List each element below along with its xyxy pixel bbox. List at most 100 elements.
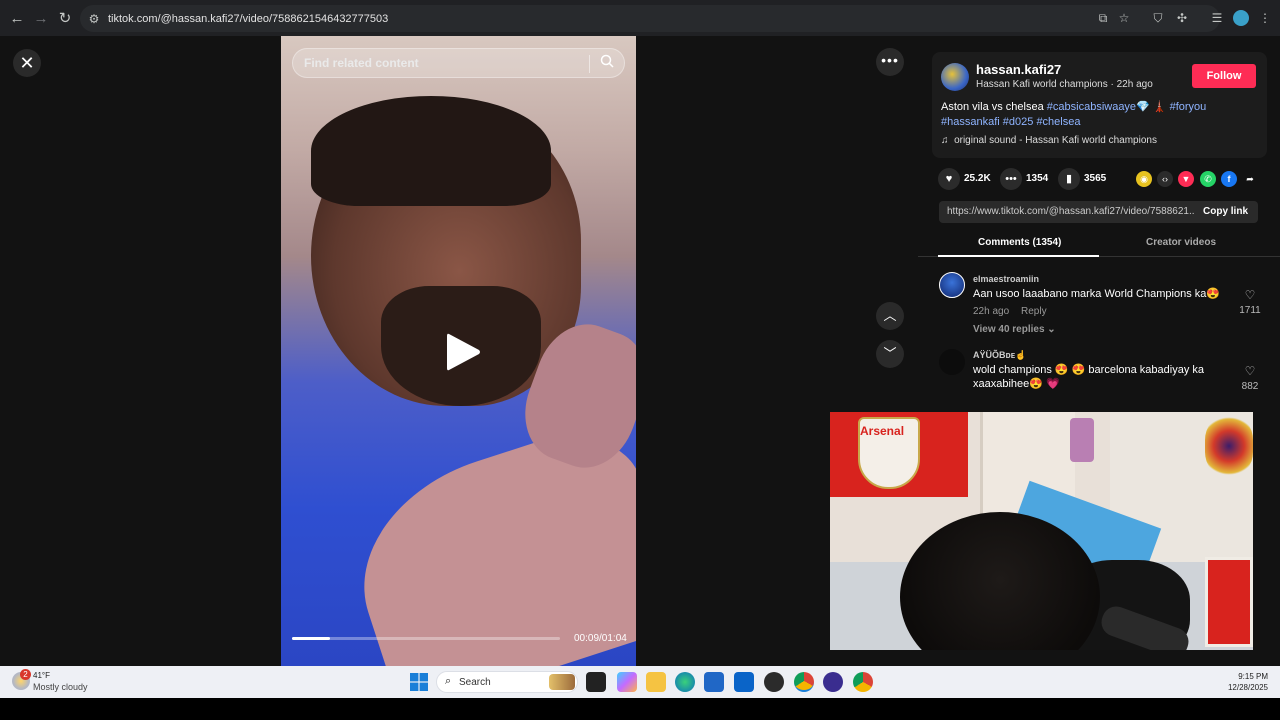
comment-text: wold champions 😍 😍 barcelona kabadiyay k… (973, 364, 1205, 376)
reload-icon[interactable]: ↻ (53, 6, 77, 30)
video-frame-hair (311, 96, 551, 206)
system-clock[interactable]: 9:15 PM 12/28/2025 (1224, 671, 1268, 693)
overlay-poster (1070, 418, 1094, 462)
weather-badge: 2 (20, 669, 31, 680)
share-arrow-icon[interactable]: ➦ (1242, 171, 1258, 187)
creator-avatar[interactable] (941, 63, 969, 91)
url-text[interactable]: tiktok.com/@hassan.kafi27/video/75886215… (108, 13, 388, 25)
purple-app-icon[interactable] (823, 672, 843, 692)
comment-like-count: 1711 (1239, 305, 1261, 316)
hashtag-emoji: 💎 🗼 (1136, 101, 1167, 113)
outlook-icon[interactable] (734, 672, 754, 692)
comment-username[interactable]: AŸÜÕBᴅᴇ☝ (973, 350, 1026, 361)
weather-temp[interactable]: 41°F (33, 671, 50, 680)
follow-button[interactable]: Follow (1192, 64, 1256, 88)
reply-button[interactable]: Reply (1021, 306, 1047, 317)
embed-code-icon[interactable]: ‹› (1157, 171, 1173, 187)
folder-icon[interactable] (646, 672, 666, 692)
commenter-avatar[interactable] (939, 349, 965, 375)
caption-text: Aston vila vs chelsea (941, 101, 1047, 113)
comment-text: xaaxabihee😍 💗 (973, 378, 1060, 390)
webcam-overlay: Arsenal (830, 412, 1253, 650)
comment-username[interactable]: elmaestroamiin (973, 274, 1039, 284)
browser-toolbar: ← → ↻ ⚙ tiktok.com/@hassan.kafi27/video/… (0, 0, 1280, 36)
search-icon: ⌕ (445, 675, 452, 687)
hashtag-link[interactable]: #foryou (1170, 101, 1207, 113)
next-video-icon[interactable]: ﹀ (876, 340, 904, 368)
sound-link[interactable]: ♫ original sound - Hassan Kafi world cha… (941, 135, 1157, 146)
comment-count: 1354 (1026, 173, 1049, 184)
music-note-icon: ♫ (941, 135, 949, 146)
bookmark-star-icon[interactable]: ☆ (1116, 10, 1132, 26)
address-bar[interactable]: ⚙ tiktok.com/@hassan.kafi27/video/758862… (80, 5, 1220, 32)
screen-bottom-edge (0, 698, 1280, 720)
hashtag-link[interactable]: #d025 (1003, 116, 1034, 128)
arsenal-crest-text: Arsenal (860, 424, 905, 438)
edge-icon[interactable] (675, 672, 695, 692)
bookmark-icon[interactable]: ▮ (1058, 168, 1080, 190)
copy-link-button[interactable]: Copy link (1203, 206, 1248, 217)
more-options-icon[interactable]: ••• (876, 48, 904, 76)
overlay-arsenal-flag: Arsenal (830, 412, 968, 497)
overlay-wall-art (1205, 416, 1253, 476)
play-icon[interactable] (443, 330, 483, 374)
panel-tabs: Comments (1354) Creator videos (918, 232, 1280, 257)
coin-icon[interactable]: ◉ (1136, 171, 1152, 187)
install-app-icon[interactable]: ⧉ (1095, 10, 1111, 26)
hashtag-link[interactable]: #chelsea (1036, 116, 1080, 128)
store-icon[interactable] (704, 672, 724, 692)
hashtag-link[interactable]: #cabsicabsiwaaye (1047, 101, 1136, 113)
chrome-icon[interactable] (794, 672, 814, 692)
tab-search-icon[interactable]: ☰ (1209, 10, 1225, 26)
close-icon[interactable]: ✕ (13, 49, 41, 77)
site-settings-icon[interactable]: ⚙ (85, 12, 103, 26)
creator-subline: Hassan Kafi world champions · 22h ago (976, 79, 1153, 90)
like-count: 25.2K (964, 173, 991, 184)
post-caption: Aston vila vs chelsea #cabsicabsiwaaye💎 … (941, 100, 1241, 130)
search-icon[interactable] (597, 54, 617, 74)
commenter-avatar[interactable] (939, 272, 965, 298)
taskbar-search-input[interactable]: ⌕ Search (436, 671, 578, 693)
heart-icon[interactable]: ♥ (938, 168, 960, 190)
comment-icon[interactable]: ••• (1000, 168, 1022, 190)
weather-condition[interactable]: Mostly cloudy (33, 682, 88, 692)
shield-extension-icon[interactable]: ⛉ (1150, 10, 1166, 26)
media-app-icon[interactable] (764, 672, 784, 692)
clock-time: 9:15 PM (1238, 672, 1268, 681)
browser-menu-icon[interactable]: ⋮ (1257, 10, 1273, 26)
comment-time: 22h ago (973, 306, 1010, 317)
comment-heart-icon[interactable]: ♡ (1238, 364, 1262, 378)
video-progress-bar[interactable] (292, 637, 560, 640)
overlay-arsenal-pillow (1205, 557, 1253, 647)
video-time: 00:09/01:04 (574, 633, 627, 644)
forward-arrow-icon[interactable]: → (29, 6, 53, 30)
windows-start-icon[interactable] (410, 673, 428, 691)
copilot-icon[interactable] (617, 672, 637, 692)
hashtag-link[interactable]: #hassankafi (941, 116, 1000, 128)
facebook-icon[interactable]: f (1221, 171, 1237, 187)
sound-text[interactable]: original sound - Hassan Kafi world champ… (954, 135, 1157, 146)
save-count: 3565 (1084, 173, 1107, 184)
chrome-profile-icon[interactable] (853, 672, 873, 692)
tab-comments[interactable]: Comments (1354) (978, 237, 1061, 248)
related-search-input[interactable]: Find related content (292, 48, 625, 78)
share-link-text[interactable]: https://www.tiktok.com/@hassan.kafi27/vi… (947, 206, 1195, 217)
video-progress-fill (292, 637, 330, 640)
file-manager-icon[interactable] (586, 672, 606, 692)
previous-video-icon[interactable]: ︿ (876, 302, 904, 330)
whatsapp-icon[interactable]: ✆ (1200, 171, 1216, 187)
taskbar-search-label[interactable]: Search (459, 677, 491, 688)
creator-username[interactable]: hassan.kafi27 (976, 62, 1061, 77)
active-tab-indicator (938, 255, 1099, 257)
back-arrow-icon[interactable]: ← (5, 6, 29, 30)
extensions-puzzle-icon[interactable]: ✣ (1174, 10, 1190, 26)
comment-like-count: 882 (1241, 381, 1259, 392)
view-replies-button[interactable]: View 40 replies ⌄ (973, 324, 1056, 335)
search-placeholder[interactable]: Find related content (304, 56, 419, 70)
profile-avatar-icon[interactable] (1233, 10, 1249, 26)
clock-date: 12/28/2025 (1227, 683, 1268, 692)
repost-icon[interactable]: ▼ (1178, 171, 1194, 187)
comment-heart-icon[interactable]: ♡ (1238, 288, 1262, 302)
search-highlight-icon (549, 674, 575, 690)
tab-creator-videos[interactable]: Creator videos (1146, 237, 1216, 248)
